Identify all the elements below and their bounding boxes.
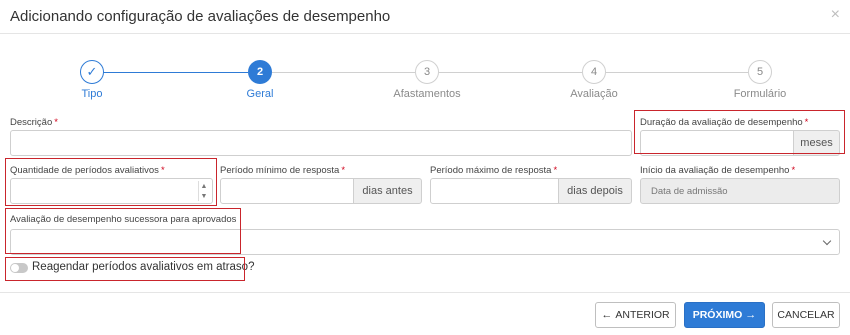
step-4-label[interactable]: Avaliação (570, 88, 618, 100)
required-mark: * (553, 165, 558, 176)
reagendar-toggle[interactable] (10, 263, 28, 273)
periodo-minimo-label-text: Período mínimo de resposta (220, 165, 340, 176)
required-mark: * (791, 165, 796, 176)
required-mark: * (341, 165, 346, 176)
inicio-value: Data de admissão (651, 186, 728, 197)
inicio-label-text: Início da avaliação de desempenho (640, 165, 790, 176)
step-5-number: 5 (756, 66, 764, 78)
arrow-left-icon: ← (601, 309, 613, 321)
step-3-circle[interactable]: 3 (415, 60, 439, 84)
toggle-knob (11, 264, 19, 272)
required-mark: * (54, 117, 58, 128)
spin-down-icon[interactable]: ▼ (201, 193, 208, 200)
periodo-minimo-label: Período mínimo de resposta * (220, 165, 345, 176)
step-1-number: ✓ (86, 64, 98, 79)
anterior-button[interactable]: ← ANTERIOR (595, 302, 676, 328)
step-4-number: 4 (590, 66, 598, 78)
proximo-label: PRÓXIMO (692, 309, 743, 321)
required-mark: * (804, 117, 809, 128)
close-icon[interactable]: × (831, 7, 840, 23)
duracao-suffix: meses (793, 130, 840, 156)
proximo-button[interactable]: PRÓXIMO → (684, 302, 765, 328)
anterior-label: ANTERIOR (615, 309, 670, 321)
step-3-number: 3 (423, 66, 431, 78)
reagendar-label[interactable]: Reagendar períodos avaliativos em atraso… (32, 261, 254, 273)
step-connector (606, 72, 748, 73)
periodo-minimo-input[interactable] (220, 178, 354, 204)
step-3-label[interactable]: Afastamentos (393, 88, 460, 100)
spin-up-icon[interactable]: ▲ (201, 183, 208, 190)
dialog-title: Adicionando configuração de avaliações d… (10, 8, 391, 25)
descricao-input[interactable] (10, 130, 632, 156)
wizard-stepper: ✓ Tipo 2 Geral 3 Afastamentos 4 Avaliaçã… (0, 60, 850, 105)
sucessora-select[interactable] (10, 229, 840, 255)
duracao-label-text: Duração da avaliação de desempenho (640, 117, 803, 128)
step-4-circle[interactable]: 4 (582, 60, 606, 84)
step-connector (439, 72, 582, 73)
chevron-down-icon[interactable] (822, 236, 832, 246)
periodo-maximo-suffix: dias depois (558, 178, 632, 204)
quantidade-label: Quantidade de períodos avaliativos * (10, 165, 165, 176)
step-2-number: 2 (256, 66, 264, 78)
periodo-minimo-suffix: dias antes (353, 178, 422, 204)
quantidade-input[interactable]: ▲ ▼ (10, 178, 213, 204)
quantidade-label-text: Quantidade de períodos avaliativos (10, 165, 159, 176)
periodo-maximo-label-text: Período máximo de resposta (430, 165, 552, 176)
quantidade-stepper[interactable]: ▲ ▼ (198, 181, 209, 201)
periodo-maximo-input[interactable] (430, 178, 559, 204)
sucessora-label: Avaliação de desempenho sucessora para a… (10, 214, 237, 225)
footer-divider (0, 292, 850, 293)
dialog-header: Adicionando configuração de avaliações d… (0, 0, 850, 34)
step-1-label[interactable]: Tipo (82, 88, 103, 100)
step-2-circle[interactable]: 2 (248, 60, 272, 84)
step-connector (103, 72, 248, 73)
duracao-input[interactable] (640, 130, 794, 156)
step-connector (272, 72, 415, 73)
periodo-maximo-label: Período máximo de resposta * (430, 165, 557, 176)
descricao-label: Descrição * (10, 117, 58, 128)
cancelar-label: CANCELAR (777, 309, 835, 321)
duracao-label: Duração da avaliação de desempenho * (640, 117, 808, 128)
step-2-label[interactable]: Geral (247, 88, 274, 100)
arrow-right-icon: → (745, 309, 757, 321)
inicio-label: Início da avaliação de desempenho * (640, 165, 795, 176)
step-5-label[interactable]: Formulário (734, 88, 787, 100)
inicio-input: Data de admissão (640, 178, 840, 204)
step-1-check-icon[interactable]: ✓ (80, 60, 104, 84)
descricao-label-text: Descrição (10, 117, 53, 128)
required-mark: * (160, 165, 165, 176)
step-5-circle[interactable]: 5 (748, 60, 772, 84)
cancelar-button[interactable]: CANCELAR (772, 302, 840, 328)
